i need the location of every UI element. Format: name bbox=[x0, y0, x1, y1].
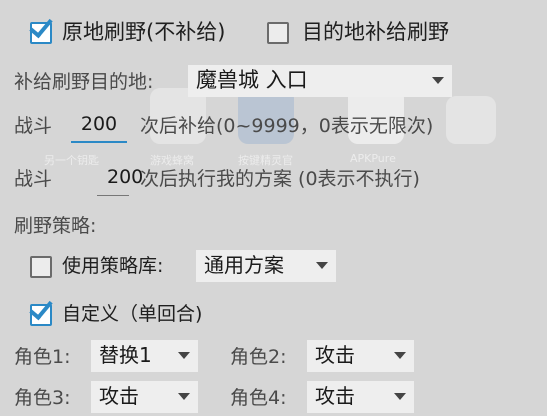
role3-select[interactable]: 攻击 bbox=[91, 381, 198, 413]
checkmark-icon bbox=[29, 13, 53, 39]
battle-resupply-suffix: 次后补给(0~9999，0表示无限次) bbox=[140, 115, 434, 137]
library-value: 通用方案 bbox=[204, 253, 284, 277]
role4-select[interactable]: 攻击 bbox=[307, 381, 414, 413]
role2-label: 角色2: bbox=[230, 346, 287, 368]
role1-select[interactable]: 替换1 bbox=[91, 340, 198, 372]
dest-resupply-label[interactable]: 目的地补给刷野 bbox=[302, 18, 449, 46]
destination-select[interactable]: 魔兽城 入口 bbox=[188, 65, 452, 97]
role4-label: 角色4: bbox=[230, 387, 287, 409]
use-library-checkbox[interactable] bbox=[30, 256, 52, 278]
chevron-down-icon bbox=[394, 352, 406, 359]
battle-resupply-prefix: 战斗 bbox=[14, 115, 53, 137]
role1-label: 角色1: bbox=[14, 346, 71, 368]
battle-plan-prefix: 战斗 bbox=[14, 168, 53, 190]
chevron-down-icon bbox=[178, 352, 190, 359]
chevron-down-icon bbox=[432, 77, 444, 84]
chevron-down-icon bbox=[394, 393, 406, 400]
field-resupply-label[interactable]: 原地刷野(不补给) bbox=[62, 18, 225, 46]
library-select[interactable]: 通用方案 bbox=[196, 250, 336, 282]
chevron-down-icon bbox=[178, 393, 190, 400]
role3-label: 角色3: bbox=[14, 387, 71, 409]
battle-plan-input[interactable]: 200 bbox=[97, 164, 143, 196]
destination-value: 魔兽城 入口 bbox=[196, 68, 308, 92]
field-resupply-checkbox[interactable] bbox=[29, 13, 53, 44]
bg-app-label: APKPure bbox=[350, 152, 396, 165]
role3-value: 攻击 bbox=[99, 384, 139, 408]
chevron-down-icon bbox=[316, 262, 328, 269]
checkmark-icon bbox=[29, 295, 53, 321]
strategy-heading: 刷野策略: bbox=[14, 215, 97, 237]
role1-value: 替换1 bbox=[99, 343, 152, 367]
custom-label[interactable]: 自定义（单回合) bbox=[62, 301, 202, 327]
destination-label: 补给刷野目的地: bbox=[14, 71, 154, 93]
role4-value: 攻击 bbox=[315, 384, 355, 408]
custom-checkbox[interactable] bbox=[29, 295, 53, 326]
role2-select[interactable]: 攻击 bbox=[307, 340, 414, 372]
bg-app-label: 另一个钥匙 bbox=[44, 154, 99, 167]
battle-resupply-input[interactable]: 200 bbox=[71, 111, 127, 143]
role2-value: 攻击 bbox=[315, 343, 355, 367]
bg-app-icon bbox=[446, 96, 496, 144]
battle-plan-suffix: 次后执行我的方案 (0表示不执行) bbox=[140, 168, 420, 190]
use-library-label[interactable]: 使用策略库: bbox=[62, 253, 163, 279]
dest-resupply-checkbox[interactable] bbox=[267, 22, 289, 44]
